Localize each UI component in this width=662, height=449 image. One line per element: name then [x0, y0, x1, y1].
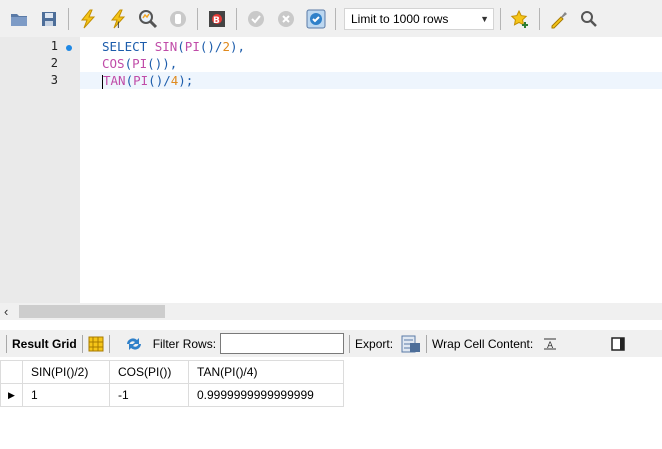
punctuation-token: ()),: [147, 56, 178, 71]
line-number: 1: [50, 39, 58, 53]
limit-rows-value: Limit to 1000 rows: [351, 11, 449, 26]
code-line-current: TAN(PI()/4);: [80, 72, 662, 89]
table-row[interactable]: ▶ 1 -1 0.9999999999999999: [0, 383, 344, 407]
column-header[interactable]: TAN(PI()/4): [188, 360, 344, 384]
sql-editor-toolbar: I B Limit to 1000 rows ▼: [0, 0, 662, 37]
commit-icon[interactable]: [245, 8, 267, 30]
chevron-down-icon: ▼: [480, 13, 489, 24]
column-header[interactable]: COS(PI()): [109, 360, 189, 384]
punctuation-token: ),: [229, 39, 246, 54]
result-grid-tab[interactable]: Result Grid: [12, 337, 77, 351]
wrap-cell-toggle-icon[interactable]: A: [543, 337, 557, 351]
function-token: PI: [132, 56, 148, 71]
toggle-panel-icon[interactable]: [611, 336, 625, 351]
sql-editor[interactable]: 1 2 3 SELECT SIN(PI()/2), COS(PI()), TAN…: [0, 37, 662, 303]
grid-cell[interactable]: 1: [22, 383, 110, 407]
beautify-icon[interactable]: [548, 8, 570, 30]
svg-text:A: A: [547, 341, 554, 351]
punctuation-token: ()/: [148, 73, 171, 88]
toolbar-separator: [108, 334, 110, 353]
punctuation-token: ()/: [199, 39, 223, 54]
wrap-cell-content-label: Wrap Cell Content:: [432, 336, 534, 351]
statement-marker-icon: [66, 45, 72, 51]
execute-icon[interactable]: [77, 8, 99, 30]
open-file-icon[interactable]: [8, 8, 30, 30]
rollback-icon[interactable]: [275, 8, 297, 30]
toolbar-separator: [539, 7, 540, 30]
function-token: TAN: [103, 73, 126, 88]
explain-icon[interactable]: [137, 8, 159, 30]
punctuation-token: (: [177, 39, 185, 54]
grid-layout-icon[interactable]: [88, 336, 104, 352]
result-toolbar: Result Grid Filter Rows: Export: Wrap Ce…: [0, 330, 662, 357]
limit-rows-select[interactable]: Limit to 1000 rows ▼: [344, 7, 494, 30]
punctuation-token: (: [124, 56, 133, 71]
number-token: 2: [222, 39, 230, 54]
punctuation-token: );: [178, 73, 194, 88]
grid-cell[interactable]: 0.9999999999999999: [188, 383, 344, 407]
toolbar-separator: [349, 334, 351, 353]
find-icon[interactable]: [578, 8, 600, 30]
export-icon[interactable]: [401, 335, 421, 353]
scroll-left-arrow-icon[interactable]: ‹: [4, 304, 8, 319]
row-selector-arrow-icon[interactable]: ▶: [0, 383, 23, 407]
export-label: Export:: [355, 336, 394, 351]
toolbar-separator: [335, 7, 336, 30]
toolbar-separator: [500, 7, 501, 30]
save-icon[interactable]: [38, 8, 60, 30]
toolbar-separator: [197, 7, 198, 30]
toolbar-separator: [236, 7, 237, 30]
toolbar-separator: [68, 7, 69, 30]
function-token: PI: [184, 39, 200, 54]
toolbar-separator: [6, 334, 7, 353]
code-line: COS(PI()),: [102, 55, 177, 72]
punctuation-token: (: [125, 73, 134, 88]
toolbar-separator: [426, 334, 428, 353]
code-line: SELECT SIN(PI()/2),: [102, 38, 245, 55]
line-number: 3: [50, 73, 58, 87]
svg-text:I: I: [117, 21, 120, 29]
keyword-token: SELECT: [102, 39, 155, 54]
toolbar-separator: [81, 334, 83, 353]
result-grid: SIN(PI()/2) COS(PI()) TAN(PI()/4) ▶ 1 -1…: [0, 360, 344, 407]
function-token: COS: [102, 56, 125, 71]
refresh-icon[interactable]: [125, 336, 143, 352]
filter-rows-input[interactable]: [220, 333, 345, 354]
line-number: 2: [50, 56, 58, 70]
toggle-stop-on-error-icon[interactable]: B: [206, 8, 228, 30]
scrollbar-thumb[interactable]: [19, 305, 165, 318]
grid-cell[interactable]: -1: [109, 383, 189, 407]
svg-text:B: B: [213, 16, 220, 26]
execute-current-icon[interactable]: I: [107, 8, 129, 30]
filter-rows-label: Filter Rows:: [152, 336, 217, 351]
function-token: PI: [133, 73, 149, 88]
grid-header-row: SIN(PI()/2) COS(PI()) TAN(PI()/4): [0, 360, 344, 384]
autocommit-icon[interactable]: [305, 8, 327, 30]
stop-icon[interactable]: [167, 8, 189, 30]
function-token: SIN: [154, 39, 178, 54]
row-header-corner: [0, 360, 23, 384]
add-snippet-star-icon[interactable]: [509, 8, 531, 30]
editor-horizontal-scrollbar[interactable]: ‹: [0, 303, 662, 320]
column-header[interactable]: SIN(PI()/2): [22, 360, 110, 384]
